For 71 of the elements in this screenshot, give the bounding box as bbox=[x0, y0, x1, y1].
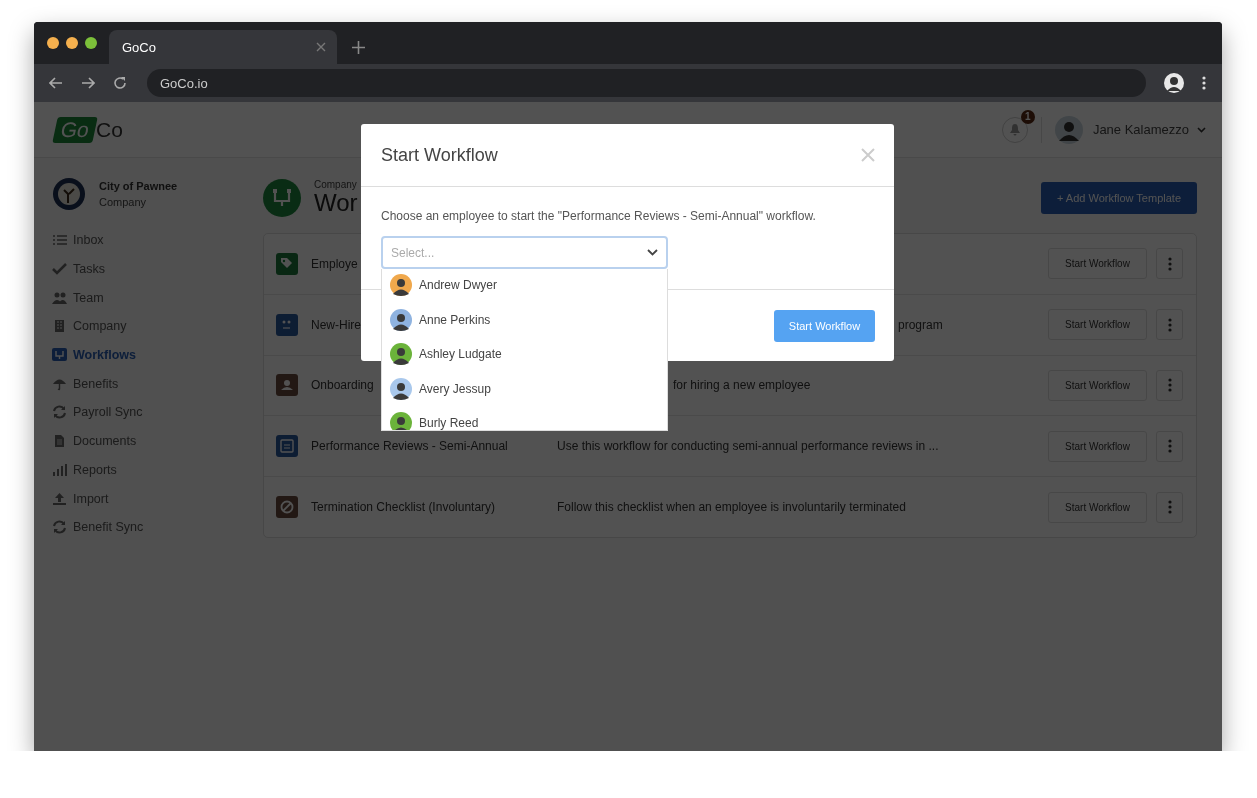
tag-icon bbox=[276, 252, 298, 275]
more-icon bbox=[1167, 378, 1172, 393]
start-workflow-button[interactable]: Start Workflow bbox=[1048, 491, 1147, 523]
people-icon bbox=[52, 290, 67, 305]
no-entry-icon bbox=[276, 496, 298, 519]
chevron-down-icon bbox=[647, 249, 658, 256]
more-icon[interactable] bbox=[1202, 76, 1206, 90]
workflow-description: for hiring a new employee bbox=[673, 378, 811, 393]
plus-icon[interactable] bbox=[352, 41, 365, 54]
workflow-description: Use this workflow for conducting semi-annual performance reviews in ... bbox=[557, 439, 939, 454]
start-workflow-button[interactable]: Start Workflow bbox=[1048, 248, 1147, 280]
dialog-title: Start Workflow bbox=[381, 144, 498, 166]
calendar-icon bbox=[276, 435, 298, 458]
company-name: City of Pawnee bbox=[99, 180, 178, 192]
workflow-description: program bbox=[898, 317, 943, 332]
window-control-icon[interactable] bbox=[47, 37, 59, 49]
workflow-icon bbox=[52, 348, 67, 363]
employee-option[interactable]: Avery Jessup bbox=[382, 371, 667, 406]
bell-icon bbox=[1008, 123, 1021, 136]
forward-icon[interactable] bbox=[81, 77, 95, 89]
start-workflow-button[interactable]: Start Workflow bbox=[1048, 309, 1147, 341]
people-icon bbox=[276, 313, 298, 336]
start-workflow-button[interactable]: Start Workflow bbox=[1048, 430, 1147, 462]
breadcrumb: Company bbox=[314, 179, 357, 190]
start-workflow-button[interactable]: Start Workflow bbox=[1048, 370, 1147, 401]
user-menu[interactable]: Jane Kalamezzo bbox=[1092, 122, 1206, 137]
page-title: Wor bbox=[314, 189, 358, 217]
more-icon bbox=[1167, 500, 1172, 515]
reload-icon[interactable] bbox=[113, 76, 127, 90]
workflow-name: Performance Reviews - Semi-Annual bbox=[311, 439, 508, 454]
close-icon[interactable] bbox=[316, 42, 326, 52]
building-icon bbox=[52, 319, 67, 334]
workflow-name: Onboarding bbox=[311, 378, 374, 393]
person-icon bbox=[276, 374, 298, 397]
tab-title: GoCo bbox=[122, 39, 156, 55]
add-template-button[interactable]: + Add Workflow Template bbox=[1041, 182, 1197, 214]
document-icon bbox=[52, 434, 67, 449]
upload-icon bbox=[52, 491, 67, 506]
avatar-icon[interactable] bbox=[1164, 73, 1184, 93]
workflow-icon bbox=[263, 179, 301, 217]
chevron-down-icon bbox=[1197, 126, 1206, 133]
notification-badge: 1 bbox=[1020, 109, 1035, 124]
workflow-name: Employe bbox=[311, 256, 358, 271]
back-icon[interactable] bbox=[49, 77, 63, 89]
employee-option[interactable]: Anne Perkins bbox=[382, 302, 667, 337]
dialog-message: Choose an employee to start the "Performance Reviews - Semi-Annual" workflow. bbox=[381, 209, 817, 223]
sync-icon bbox=[52, 405, 67, 420]
start-workflow-button[interactable]: Start Workflow bbox=[774, 309, 875, 342]
more-icon bbox=[1167, 317, 1172, 332]
workflow-name: New-Hire bbox=[311, 317, 361, 332]
url-text: GoCo.io bbox=[160, 75, 208, 91]
list-icon bbox=[52, 233, 67, 248]
check-icon bbox=[52, 262, 67, 277]
more-icon bbox=[1167, 256, 1172, 271]
workflow-name: Termination Checklist (Involuntary) bbox=[311, 500, 496, 515]
employee-option[interactable]: Andrew Dwyer bbox=[382, 269, 667, 303]
more-icon bbox=[1167, 439, 1172, 454]
employee-option[interactable]: Ashley Ludgate bbox=[382, 337, 667, 372]
avatar-icon bbox=[1054, 115, 1083, 144]
sidebar-item[interactable]: Workflows bbox=[52, 348, 136, 363]
window-control-icon[interactable] bbox=[66, 37, 78, 49]
workflow-description: Follow this checklist when an employee is involuntarily terminated bbox=[557, 500, 906, 515]
sync-icon bbox=[52, 520, 67, 535]
company-type: Company bbox=[99, 196, 148, 208]
address-bar[interactable]: GoCo.io bbox=[147, 69, 1146, 97]
window-control-icon[interactable] bbox=[85, 37, 97, 49]
browser-tab[interactable]: GoCo bbox=[109, 30, 337, 64]
employee-option[interactable]: Burly Reed bbox=[382, 406, 667, 430]
employee-select[interactable]: Select... bbox=[381, 236, 668, 269]
company-seal-icon bbox=[52, 177, 86, 211]
bar-chart-icon bbox=[52, 462, 67, 477]
